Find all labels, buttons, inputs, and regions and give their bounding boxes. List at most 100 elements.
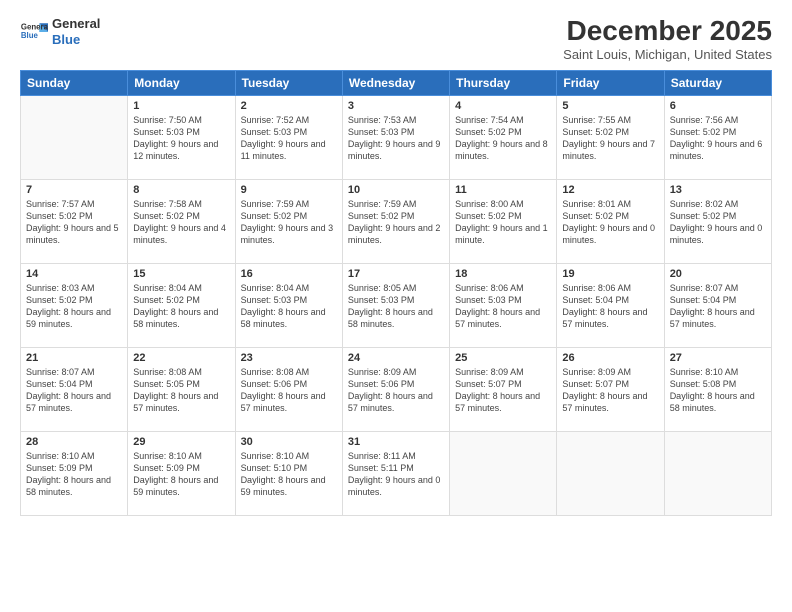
- calendar-cell: 29 Sunrise: 8:10 AMSunset: 5:09 PMDayligh…: [128, 431, 235, 515]
- calendar-cell: 21Sunrise: 8:07 AMSunset: 5:04 PMDayligh…: [21, 347, 128, 431]
- calendar-cell: 3 Sunrise: 7:53 AMSunset: 5:03 PMDaylight…: [342, 95, 449, 179]
- day-number: 4: [455, 100, 551, 112]
- day-number: 17: [348, 268, 444, 280]
- calendar-cell: 18Sunrise: 8:06 AMSunset: 5:03 PMDayligh…: [450, 263, 557, 347]
- cell-info: Sunrise: 8:04 AMSunset: 5:02 PMDaylight:…: [133, 282, 229, 331]
- calendar-cell: 27Sunrise: 8:10 AMSunset: 5:08 PMDayligh…: [664, 347, 771, 431]
- calendar-week-row: 14 Sunrise: 8:03 AMSunset: 5:02 PMDayligh…: [21, 263, 772, 347]
- day-number: 31: [348, 436, 444, 448]
- weekday-header: Sunday: [21, 70, 128, 95]
- calendar-week-row: 7 Sunrise: 7:57 AMSunset: 5:02 PMDaylight…: [21, 179, 772, 263]
- calendar-cell: 7 Sunrise: 7:57 AMSunset: 5:02 PMDaylight…: [21, 179, 128, 263]
- cell-info: Sunrise: 8:05 AMSunset: 5:03 PMDaylight:…: [348, 282, 444, 331]
- calendar-cell: 23 Sunrise: 8:08 AMSunset: 5:06 PMDayligh…: [235, 347, 342, 431]
- day-number: 12: [562, 184, 658, 196]
- calendar-cell: 11Sunrise: 8:00 AMSunset: 5:02 PMDayligh…: [450, 179, 557, 263]
- weekday-header: Tuesday: [235, 70, 342, 95]
- cell-info: Sunrise: 8:08 AMSunset: 5:06 PMDaylight:…: [241, 366, 337, 415]
- calendar-cell: 2Sunrise: 7:52 AMSunset: 5:03 PMDaylight…: [235, 95, 342, 179]
- weekday-header: Wednesday: [342, 70, 449, 95]
- page: General Blue General Blue December 2025 …: [0, 0, 792, 612]
- logo: General Blue General Blue: [20, 16, 100, 47]
- calendar-cell: 17 Sunrise: 8:05 AMSunset: 5:03 PMDayligh…: [342, 263, 449, 347]
- calendar-cell: 26 Sunrise: 8:09 AMSunset: 5:07 PMDayligh…: [557, 347, 664, 431]
- cell-info: Sunrise: 7:59 AMSunset: 5:02 PMDaylight:…: [241, 198, 337, 247]
- cell-info: Sunrise: 7:54 AMSunset: 5:02 PMDaylight:…: [455, 114, 551, 163]
- cell-info: Sunrise: 8:02 AMSunset: 5:02 PMDaylight:…: [670, 198, 766, 247]
- day-number: 13: [670, 184, 766, 196]
- calendar-cell: 5 Sunrise: 7:55 AMSunset: 5:02 PMDaylight…: [557, 95, 664, 179]
- cell-info: Sunrise: 7:53 AMSunset: 5:03 PMDaylight:…: [348, 114, 444, 163]
- cell-info: Sunrise: 8:10 AMSunset: 5:09 PMDaylight:…: [26, 450, 122, 499]
- day-number: 3: [348, 100, 444, 112]
- calendar-cell: [450, 431, 557, 515]
- calendar-cell: 4 Sunrise: 7:54 AMSunset: 5:02 PMDaylight…: [450, 95, 557, 179]
- day-number: 14: [26, 268, 122, 280]
- calendar-cell: 15 Sunrise: 8:04 AMSunset: 5:02 PMDayligh…: [128, 263, 235, 347]
- calendar-cell: 30 Sunrise: 8:10 AMSunset: 5:10 PMDayligh…: [235, 431, 342, 515]
- cell-info: Sunrise: 8:10 AMSunset: 5:10 PMDaylight:…: [241, 450, 337, 499]
- calendar-cell: 19 Sunrise: 8:06 AMSunset: 5:04 PMDayligh…: [557, 263, 664, 347]
- calendar-cell: 20 Sunrise: 8:07 AMSunset: 5:04 PMDayligh…: [664, 263, 771, 347]
- cell-info: Sunrise: 8:11 AMSunset: 5:11 PMDaylight:…: [348, 450, 444, 499]
- day-number: 19: [562, 268, 658, 280]
- calendar-cell: 1Sunrise: 7:50 AMSunset: 5:03 PMDaylight…: [128, 95, 235, 179]
- calendar-cell: 22Sunrise: 8:08 AMSunset: 5:05 PMDayligh…: [128, 347, 235, 431]
- day-number: 21: [26, 352, 122, 364]
- day-number: 22: [133, 352, 229, 364]
- cell-info: Sunrise: 8:10 AMSunset: 5:09 PMDaylight:…: [133, 450, 229, 499]
- cell-info: Sunrise: 8:09 AMSunset: 5:07 PMDaylight:…: [562, 366, 658, 415]
- day-number: 16: [241, 268, 337, 280]
- day-number: 26: [562, 352, 658, 364]
- calendar-cell: 12Sunrise: 8:01 AMSunset: 5:02 PMDayligh…: [557, 179, 664, 263]
- calendar-cell: 8 Sunrise: 7:58 AMSunset: 5:02 PMDaylight…: [128, 179, 235, 263]
- calendar-cell: 10 Sunrise: 7:59 AMSunset: 5:02 PMDayligh…: [342, 179, 449, 263]
- day-number: 2: [241, 100, 337, 112]
- day-number: 23: [241, 352, 337, 364]
- day-number: 24: [348, 352, 444, 364]
- cell-info: Sunrise: 7:50 AMSunset: 5:03 PMDaylight:…: [133, 114, 229, 163]
- day-number: 6: [670, 100, 766, 112]
- cell-info: Sunrise: 7:55 AMSunset: 5:02 PMDaylight:…: [562, 114, 658, 163]
- calendar-cell: 31 Sunrise: 8:11 AMSunset: 5:11 PMDayligh…: [342, 431, 449, 515]
- calendar-week-row: 21Sunrise: 8:07 AMSunset: 5:04 PMDayligh…: [21, 347, 772, 431]
- calendar-cell: 13 Sunrise: 8:02 AMSunset: 5:02 PMDayligh…: [664, 179, 771, 263]
- calendar-cell: 24 Sunrise: 8:09 AMSunset: 5:06 PMDayligh…: [342, 347, 449, 431]
- day-number: 28: [26, 436, 122, 448]
- cell-info: Sunrise: 8:06 AMSunset: 5:03 PMDaylight:…: [455, 282, 551, 331]
- cell-info: Sunrise: 8:09 AMSunset: 5:06 PMDaylight:…: [348, 366, 444, 415]
- day-number: 10: [348, 184, 444, 196]
- cell-info: Sunrise: 8:03 AMSunset: 5:02 PMDaylight:…: [26, 282, 122, 331]
- day-number: 25: [455, 352, 551, 364]
- day-number: 7: [26, 184, 122, 196]
- calendar-week-row: 1Sunrise: 7:50 AMSunset: 5:03 PMDaylight…: [21, 95, 772, 179]
- day-number: 8: [133, 184, 229, 196]
- svg-text:General: General: [21, 22, 48, 31]
- day-number: 29: [133, 436, 229, 448]
- cell-info: Sunrise: 8:10 AMSunset: 5:08 PMDaylight:…: [670, 366, 766, 415]
- day-number: 30: [241, 436, 337, 448]
- day-number: 9: [241, 184, 337, 196]
- weekday-header: Saturday: [664, 70, 771, 95]
- day-number: 20: [670, 268, 766, 280]
- calendar-cell: 16 Sunrise: 8:04 AMSunset: 5:03 PMDayligh…: [235, 263, 342, 347]
- day-number: 5: [562, 100, 658, 112]
- cell-info: Sunrise: 8:06 AMSunset: 5:04 PMDaylight:…: [562, 282, 658, 331]
- calendar-cell: [664, 431, 771, 515]
- svg-text:Blue: Blue: [21, 31, 39, 40]
- cell-info: Sunrise: 7:57 AMSunset: 5:02 PMDaylight:…: [26, 198, 122, 247]
- cell-info: Sunrise: 8:07 AMSunset: 5:04 PMDaylight:…: [670, 282, 766, 331]
- cell-info: Sunrise: 7:58 AMSunset: 5:02 PMDaylight:…: [133, 198, 229, 247]
- calendar-cell: [557, 431, 664, 515]
- header: General Blue General Blue December 2025 …: [20, 16, 772, 62]
- calendar-cell: 9 Sunrise: 7:59 AMSunset: 5:02 PMDaylight…: [235, 179, 342, 263]
- calendar: SundayMondayTuesdayWednesdayThursdayFrid…: [20, 70, 772, 516]
- cell-info: Sunrise: 8:04 AMSunset: 5:03 PMDaylight:…: [241, 282, 337, 331]
- logo-text-general: General: [52, 16, 100, 32]
- cell-info: Sunrise: 7:59 AMSunset: 5:02 PMDaylight:…: [348, 198, 444, 247]
- calendar-cell: 25Sunrise: 8:09 AMSunset: 5:07 PMDayligh…: [450, 347, 557, 431]
- weekday-header: Thursday: [450, 70, 557, 95]
- weekday-header: Friday: [557, 70, 664, 95]
- day-number: 15: [133, 268, 229, 280]
- calendar-cell: 14 Sunrise: 8:03 AMSunset: 5:02 PMDayligh…: [21, 263, 128, 347]
